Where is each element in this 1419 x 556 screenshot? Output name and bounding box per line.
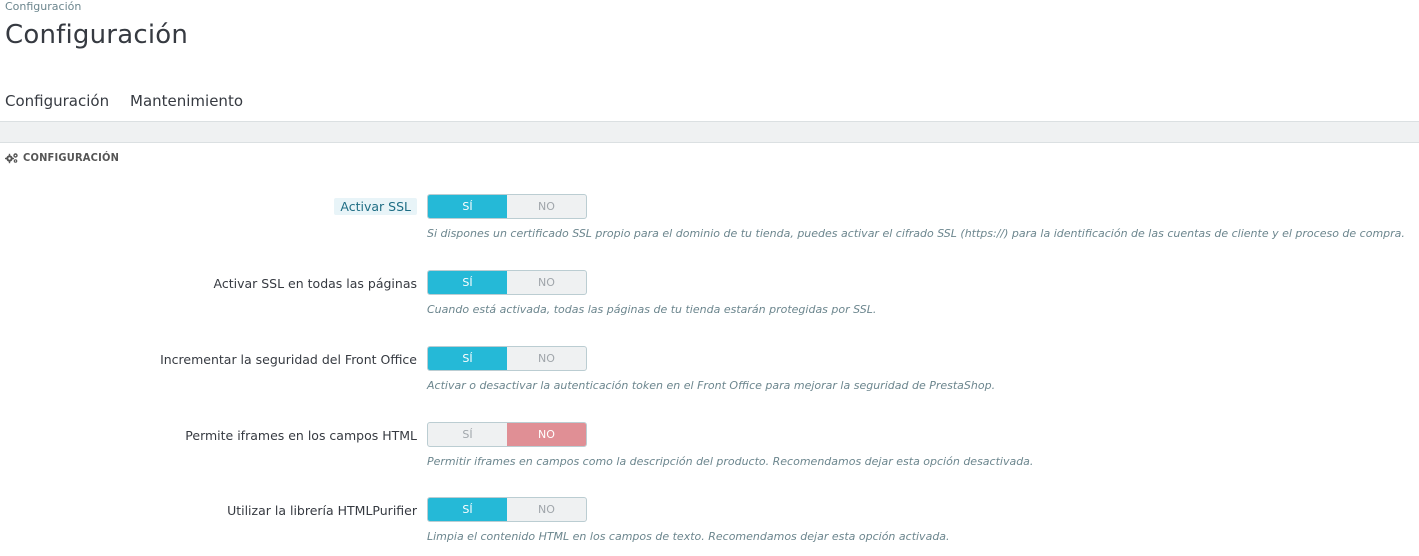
help-text: Limpia el contenido HTML en los campos d… xyxy=(427,530,950,543)
tab-bar: Configuración Mantenimiento xyxy=(0,84,1419,124)
help-text: Si dispones un certificado SSL propio pa… xyxy=(427,227,1405,240)
tab-configuracion[interactable]: Configuración xyxy=(5,92,119,124)
switch-no-option[interactable]: NO xyxy=(507,195,586,218)
field-label: Incrementar la seguridad del Front Offic… xyxy=(160,352,417,367)
panel-heading: CONFIGURACIÓN xyxy=(5,151,119,164)
field-label: Activar SSL en todas las páginas xyxy=(213,276,418,291)
switch-no-option[interactable]: NO xyxy=(507,271,586,294)
gears-icon xyxy=(5,152,18,163)
help-text: Permitir iframes en campos como la descr… xyxy=(427,455,1034,468)
help-text: Cuando está activada, todas las páginas … xyxy=(427,303,877,316)
form-row-ssl-all-pages: Activar SSL en todas las páginas SÍ NO C… xyxy=(0,270,1419,330)
htmlpurifier-switch[interactable]: SÍ NO xyxy=(427,497,587,522)
field-label: Activar SSL xyxy=(334,198,417,215)
toolbar-band xyxy=(0,121,1419,143)
switch-yes-option[interactable]: SÍ xyxy=(428,347,507,370)
panel-heading-label: CONFIGURACIÓN xyxy=(23,151,120,164)
switch-no-option[interactable]: NO xyxy=(507,498,586,521)
field-label: Permite iframes en los campos HTML xyxy=(185,428,417,443)
form-row-front-office-security: Incrementar la seguridad del Front Offic… xyxy=(0,346,1419,406)
switch-no-option[interactable]: NO xyxy=(507,347,586,370)
form-row-ssl: Activar SSL SÍ NO Si dispones un certifi… xyxy=(0,194,1419,254)
ssl-all-pages-switch[interactable]: SÍ NO xyxy=(427,270,587,295)
tab-mantenimiento[interactable]: Mantenimiento xyxy=(130,92,243,121)
switch-no-option[interactable]: NO xyxy=(507,423,586,446)
field-label: Utilizar la librería HTMLPurifier xyxy=(227,503,417,518)
switch-yes-option[interactable]: SÍ xyxy=(428,423,507,446)
front-office-security-switch[interactable]: SÍ NO xyxy=(427,346,587,371)
switch-yes-option[interactable]: SÍ xyxy=(428,195,507,218)
iframes-switch[interactable]: SÍ NO xyxy=(427,422,587,447)
help-text: Activar o desactivar la autenticación to… xyxy=(427,379,996,392)
switch-yes-option[interactable]: SÍ xyxy=(428,271,507,294)
form-row-iframes: Permite iframes en los campos HTML SÍ NO… xyxy=(0,422,1419,482)
form-row-htmlpurifier: Utilizar la librería HTMLPurifier SÍ NO … xyxy=(0,497,1419,556)
page-title: Configuración xyxy=(5,20,189,50)
breadcrumb[interactable]: Configuración xyxy=(5,0,81,13)
ssl-switch[interactable]: SÍ NO xyxy=(427,194,587,219)
switch-yes-option[interactable]: SÍ xyxy=(428,498,507,521)
